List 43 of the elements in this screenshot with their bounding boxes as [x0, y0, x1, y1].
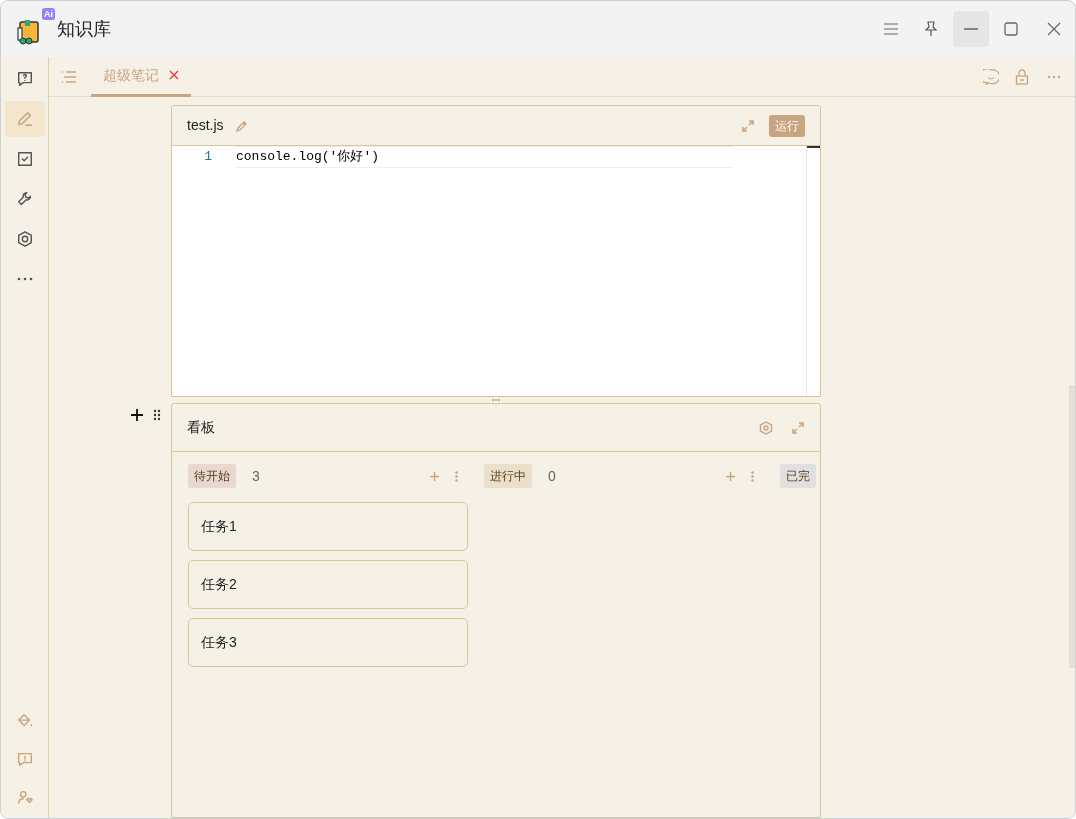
expand-icon[interactable] — [741, 118, 755, 133]
settings-icon — [15, 230, 34, 248]
task-card[interactable]: 任务3 — [188, 618, 468, 667]
feedback-icon — [15, 750, 34, 768]
help-icon — [15, 70, 34, 88]
scrollbar[interactable] — [1069, 385, 1075, 668]
lock-icon[interactable] — [1015, 68, 1029, 85]
column-tag: 待开始 — [188, 464, 236, 488]
more-icon[interactable] — [751, 470, 754, 482]
pin-icon[interactable] — [923, 21, 939, 37]
kanban-title: 看板 — [187, 418, 215, 437]
column-tag: 已完 — [780, 464, 816, 488]
drag-handle-icon[interactable] — [153, 409, 161, 421]
task-card[interactable]: 任务2 — [188, 560, 468, 609]
checkbox-icon — [15, 150, 34, 168]
minimize-button[interactable] — [953, 11, 989, 47]
close-icon[interactable] — [1047, 22, 1061, 36]
column-tag: 进行中 — [484, 464, 532, 488]
user-icon — [15, 788, 34, 806]
ai-badge: Ai — [42, 8, 55, 20]
more-icon — [16, 277, 33, 281]
more-icon[interactable] — [455, 470, 458, 482]
wrench-icon — [15, 190, 34, 208]
task-card[interactable]: 任务1 — [188, 502, 468, 551]
line-number: 1 — [203, 148, 212, 167]
menu-icon[interactable] — [883, 21, 899, 37]
expand-icon[interactable] — [791, 420, 805, 435]
close-icon[interactable] — [169, 70, 179, 80]
more-icon[interactable] — [1047, 74, 1061, 79]
column-count: 3 — [252, 466, 260, 486]
settings-icon[interactable] — [759, 420, 773, 435]
file-name: test.js — [187, 116, 224, 135]
scrollbar[interactable] — [806, 146, 820, 396]
pencil-icon[interactable] — [235, 119, 248, 132]
minus-icon — [964, 28, 978, 30]
column-count: 0 — [548, 466, 556, 486]
code-line: console.log('你好') — [236, 146, 732, 168]
resize-handle-icon[interactable] — [492, 399, 500, 401]
maximize-icon[interactable] — [1004, 22, 1018, 36]
pencil-icon — [15, 110, 34, 128]
outline-icon[interactable] — [61, 69, 77, 84]
window-title: 知识库 — [57, 17, 111, 41]
plus-icon[interactable] — [131, 409, 143, 421]
